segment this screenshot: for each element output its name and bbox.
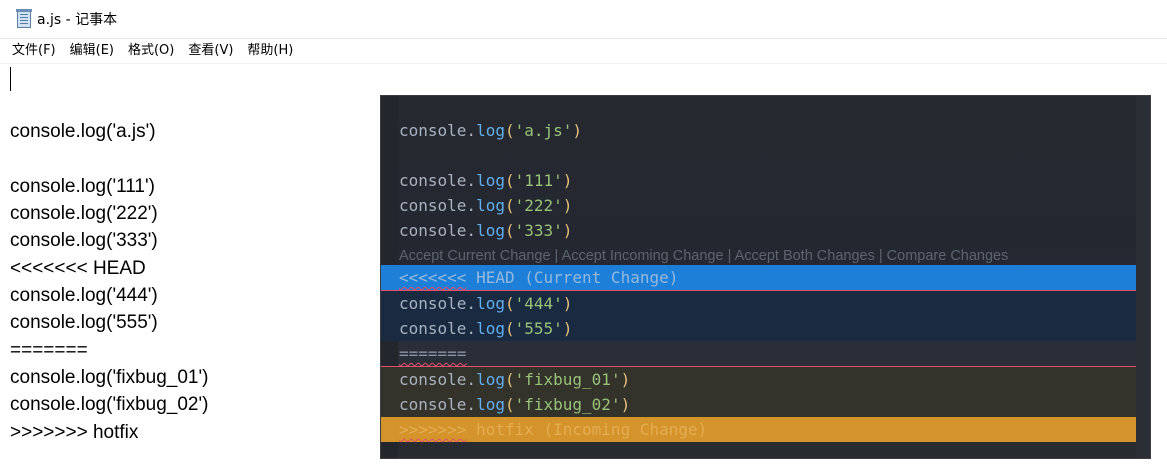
notepad-line: >>>>>>> hotfix	[10, 421, 139, 443]
notepad-line: console.log('111')	[10, 175, 155, 197]
text-caret	[10, 67, 11, 91]
code-line: console.log('555')	[381, 316, 1136, 341]
code-string: '555'	[514, 319, 563, 338]
notepad-line: console.log('a.js')	[10, 121, 156, 143]
editor-scrollbar	[1136, 96, 1150, 458]
notepad-line: <<<<<<< HEAD	[10, 257, 146, 279]
merge-codelens[interactable]: Accept Current Change | Accept Incoming …	[381, 243, 1136, 265]
code-function: log	[476, 319, 505, 338]
code-line: console.log('fixbug_02')	[381, 392, 1136, 417]
window-title: a.js - 记事本	[37, 12, 118, 28]
code-string: 'fixbug_02'	[514, 395, 621, 414]
code-paren-open: (	[504, 370, 515, 389]
conflict-marker-line: >>>>>>> hotfix (Incoming Change)	[381, 417, 1136, 442]
code-object: console.	[399, 171, 477, 190]
notepad-line: console.log('fixbug_01')	[10, 366, 209, 388]
code-line: console.log('fixbug_01')	[381, 367, 1136, 392]
notepad-line: console.log('fixbug_02')	[10, 394, 209, 416]
code-function: log	[476, 196, 505, 215]
code-string: 'fixbug_01'	[514, 370, 621, 389]
code-paren-open: (	[504, 319, 515, 338]
code-paren-open: (	[504, 171, 515, 190]
code-string: '333'	[514, 221, 563, 240]
conflict-marker: =======	[399, 344, 467, 363]
code-string: 'a.js'	[514, 121, 573, 140]
code-string: '222'	[514, 196, 563, 215]
code-function: log	[476, 395, 505, 414]
menu-file[interactable]: 文件(F)	[6, 40, 62, 62]
code-paren-close: )	[572, 121, 583, 140]
code-paren-close: )	[562, 221, 573, 240]
code-paren-close: )	[562, 196, 573, 215]
code-line: console.log('a.js')	[381, 118, 1136, 143]
notepad-line: =======	[10, 339, 88, 361]
vscode-screenshot-image: console.log('a.js') console.log('111') con…	[381, 96, 1150, 458]
code-paren-open: (	[504, 395, 515, 414]
code-function: log	[476, 171, 505, 190]
merge-codelens-actions: Accept Current Change | Accept Incoming …	[399, 248, 1009, 264]
notepad-line: console.log('333')	[10, 230, 158, 252]
code-object: console.	[399, 294, 477, 313]
title-bar: a.js - 记事本	[0, 0, 1167, 39]
conflict-marker: <<<<<<<	[399, 268, 467, 287]
code-function: log	[476, 121, 505, 140]
menu-help[interactable]: 帮助(H)	[241, 40, 299, 62]
vscode-code-lines: console.log('a.js') console.log('111') con…	[381, 118, 1136, 442]
code-paren-open: (	[504, 221, 515, 240]
code-paren-close: )	[562, 319, 573, 338]
code-string: '444'	[514, 294, 563, 313]
conflict-marker-line: <<<<<<< HEAD (Current Change)	[381, 265, 1136, 291]
notepad-line: console.log('555')	[10, 312, 158, 334]
code-paren-open: (	[504, 196, 515, 215]
code-line: console.log('222')	[381, 193, 1136, 218]
menu-view[interactable]: 查看(V)	[182, 40, 239, 62]
code-object: console.	[399, 196, 477, 215]
conflict-marker-label: HEAD (Current Change)	[466, 268, 679, 287]
notepad-line	[10, 91, 208, 118]
code-object: console.	[399, 121, 477, 140]
menu-edit[interactable]: 编辑(E)	[64, 40, 120, 62]
notepad-line: console.log('444')	[10, 285, 158, 307]
code-paren-close: )	[562, 294, 573, 313]
code-string: '111'	[514, 171, 563, 190]
code-paren-close: )	[620, 395, 631, 414]
code-line: console.log('444')	[381, 291, 1136, 316]
notepad-line: console.log('222')	[10, 203, 158, 225]
code-object: console.	[399, 370, 477, 389]
conflict-marker-label: hotfix (Incoming Change)	[466, 420, 708, 439]
code-object: console.	[399, 221, 477, 240]
conflict-marker: >>>>>>>	[399, 420, 467, 439]
empty-line	[381, 143, 1136, 168]
menu-bar: 文件(F) 编辑(E) 格式(O) 查看(V) 帮助(H)	[0, 39, 1167, 63]
code-paren-open: (	[504, 121, 515, 140]
code-line: console.log('111')	[381, 168, 1136, 193]
code-object: console.	[399, 319, 477, 338]
code-paren-close: )	[562, 171, 573, 190]
code-object: console.	[399, 395, 477, 414]
conflict-marker-line: =======	[381, 341, 1136, 367]
code-paren-close: )	[620, 370, 631, 389]
code-paren-open: (	[504, 294, 515, 313]
code-line: console.log('333')	[381, 218, 1136, 243]
notepad-icon	[16, 9, 32, 28]
code-function: log	[476, 370, 505, 389]
notepad-line	[10, 146, 208, 173]
menu-format[interactable]: 格式(O)	[122, 40, 180, 62]
code-function: log	[476, 221, 505, 240]
code-function: log	[476, 294, 505, 313]
notepad-text-lines: console.log('a.js') console.log('111') con…	[10, 91, 208, 446]
